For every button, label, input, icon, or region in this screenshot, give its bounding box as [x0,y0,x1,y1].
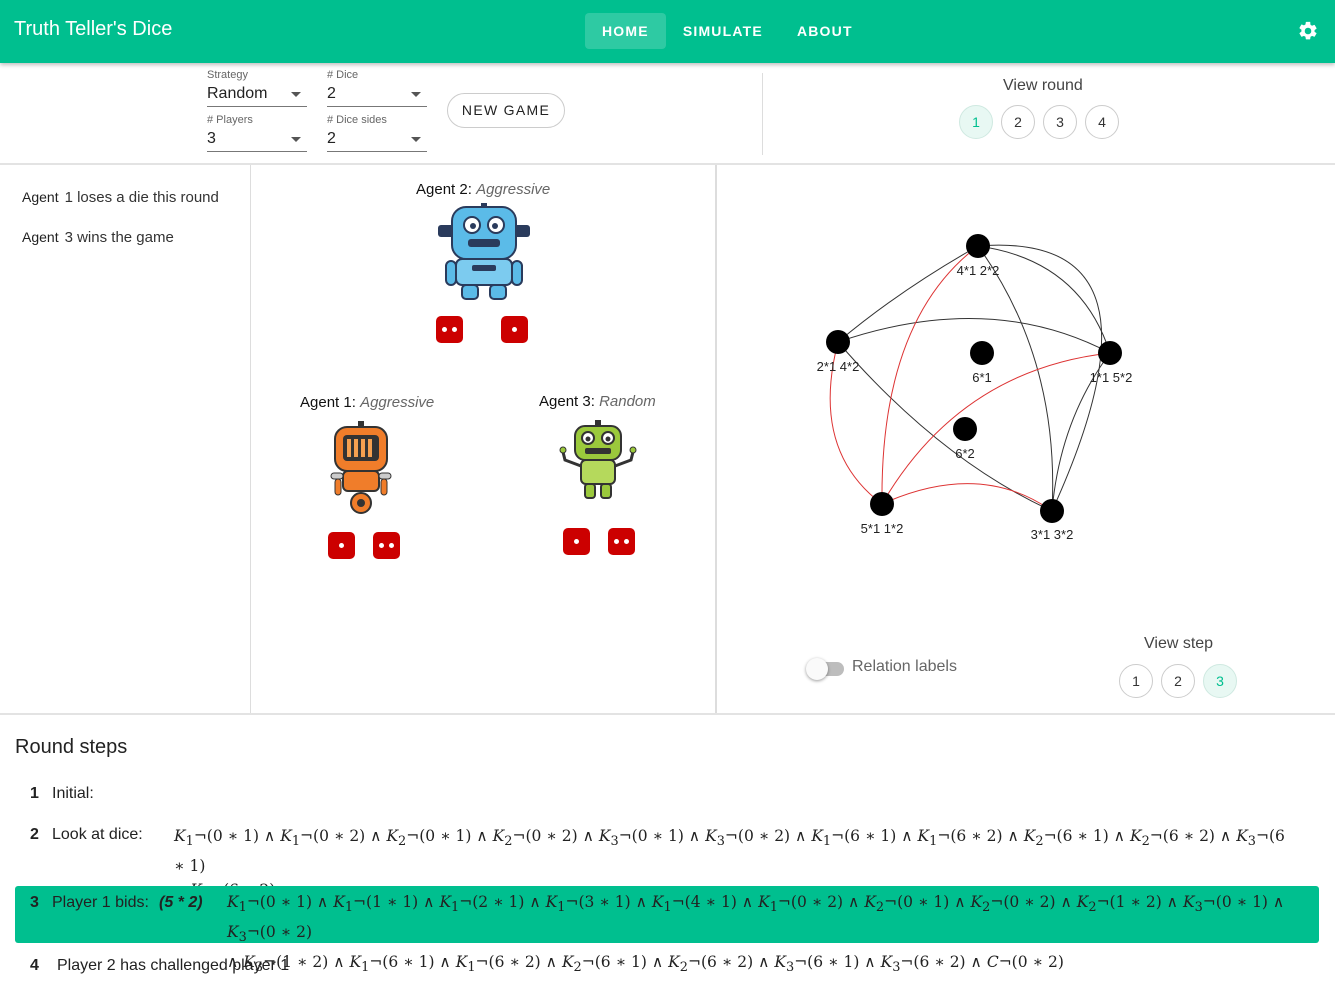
die-face-1 [563,528,590,555]
new-game-button[interactable]: NEW GAME [447,93,565,128]
nav-home-button[interactable]: HOME [585,13,666,49]
gear-icon[interactable] [1297,20,1319,42]
nav-simulate-button[interactable]: SIMULATE [666,13,780,49]
world-node[interactable] [1040,499,1064,523]
step-button-1[interactable]: 1 [1119,664,1153,698]
relation-edge [837,245,979,343]
app-title: Truth Teller's Dice [14,18,173,40]
round-step-3[interactable]: 3 Player 1 bids: (5 * 2) K1¬(0 ∗ 1) ∧ K1… [15,886,1319,975]
world-node[interactable] [870,492,894,516]
divider [0,713,1335,715]
log-item: Agent 3 wins the game [22,229,174,246]
node-label: 3*1 3*2 [1031,527,1074,542]
strategy-label: Strategy [207,69,248,81]
robot-green-icon [559,420,637,499]
node-label: 4*1 2*2 [957,263,1000,278]
app-bar: Truth Teller's Dice HOME SIMULATE ABOUT [0,0,1335,63]
step-button-3[interactable]: 3 [1203,664,1237,698]
dice-sides-value[interactable]: 2 [327,126,427,152]
die-face-2 [373,532,400,559]
dice-value[interactable]: 2 [327,81,427,107]
die-face-1 [501,316,528,343]
dice-sides-label: # Dice sides [327,114,387,126]
relation-edge [881,245,979,505]
divider [762,73,763,155]
game-log-panel: Agent 1 loses a die this round Agent 3 win… [0,165,251,714]
step-selector: 1 2 3 [1119,664,1245,698]
players-select[interactable]: # Players 3 [207,114,307,152]
chevron-down-icon [411,137,421,142]
world-node[interactable] [970,341,994,365]
agent-3-name: Agent 3: Random [539,393,656,410]
die-face-1 [328,532,355,559]
round-step-2[interactable]: 2 Look at dice: K1¬(0 ∗ 1) ∧ K1¬(0 ∗ 2) … [15,826,1319,903]
node-label: 6*1 [972,370,992,385]
agent-2-name: Agent 2: Aggressive [416,181,551,198]
robot-blue-icon [438,203,530,300]
dice-sides-select[interactable]: # Dice sides 2 [327,114,427,152]
kripke-model-panel: 4*1 2*2 2*1 4*2 6*1 1*1 5*2 6*2 5*1 1*2 … [717,165,1335,714]
round-button-3[interactable]: 3 [1043,105,1077,139]
node-label: 1*1 5*2 [1090,370,1133,385]
die-face-2 [608,528,635,555]
round-button-2[interactable]: 2 [1001,105,1035,139]
dice-label: # Dice [327,69,359,81]
round-steps-title: Round steps [15,736,128,758]
chevron-down-icon [291,92,301,97]
world-node[interactable] [826,330,850,354]
nav-about-button[interactable]: ABOUT [780,13,870,49]
dice-select[interactable]: # Dice 2 [327,69,427,107]
round-button-4[interactable]: 4 [1085,105,1119,139]
round-selector: 1 2 3 4 [959,105,1127,139]
bid-value: (5 * 2) [159,894,203,911]
relation-labels-toggle[interactable] [806,658,846,680]
world-node[interactable] [1098,341,1122,365]
die-face-2 [436,316,463,343]
players-value[interactable]: 3 [207,126,307,152]
log-item: Agent 1 loses a die this round [22,189,219,206]
nav: HOME SIMULATE ABOUT [585,13,870,49]
chevron-down-icon [291,137,301,142]
view-round-label: View round [1003,77,1083,94]
agent-1-name: Agent 1: Aggressive [300,394,435,411]
robot-orange-icon [330,421,392,514]
chevron-down-icon [411,92,421,97]
relation-labels-label: Relation labels [852,658,957,675]
game-controls: Strategy Random # Dice 2 # Players 3 # D… [0,63,1335,165]
node-label: 6*2 [955,446,975,461]
round-step-1[interactable]: 1 Initial: [15,785,1319,809]
node-label: 5*1 1*2 [861,521,904,536]
view-step-label: View step [1144,635,1214,652]
step-button-2[interactable]: 2 [1161,664,1195,698]
players-label: # Players [207,114,253,126]
kripke-graph: 4*1 2*2 2*1 4*2 6*1 1*1 5*2 6*2 5*1 1*2 … [817,234,1133,542]
world-node[interactable] [953,417,977,441]
round-step-4[interactable]: 4 Player 2 has challenged player 1 [15,957,1319,981]
round-button-1[interactable]: 1 [959,105,993,139]
strategy-value[interactable]: Random [207,81,307,107]
world-node[interactable] [966,234,990,258]
node-label: 2*1 4*2 [817,359,860,374]
agents-panel: Agent 2: Aggressive Agent 1: Aggressive [251,165,717,714]
strategy-select[interactable]: Strategy Random [207,69,307,107]
relation-edge [881,483,1053,512]
